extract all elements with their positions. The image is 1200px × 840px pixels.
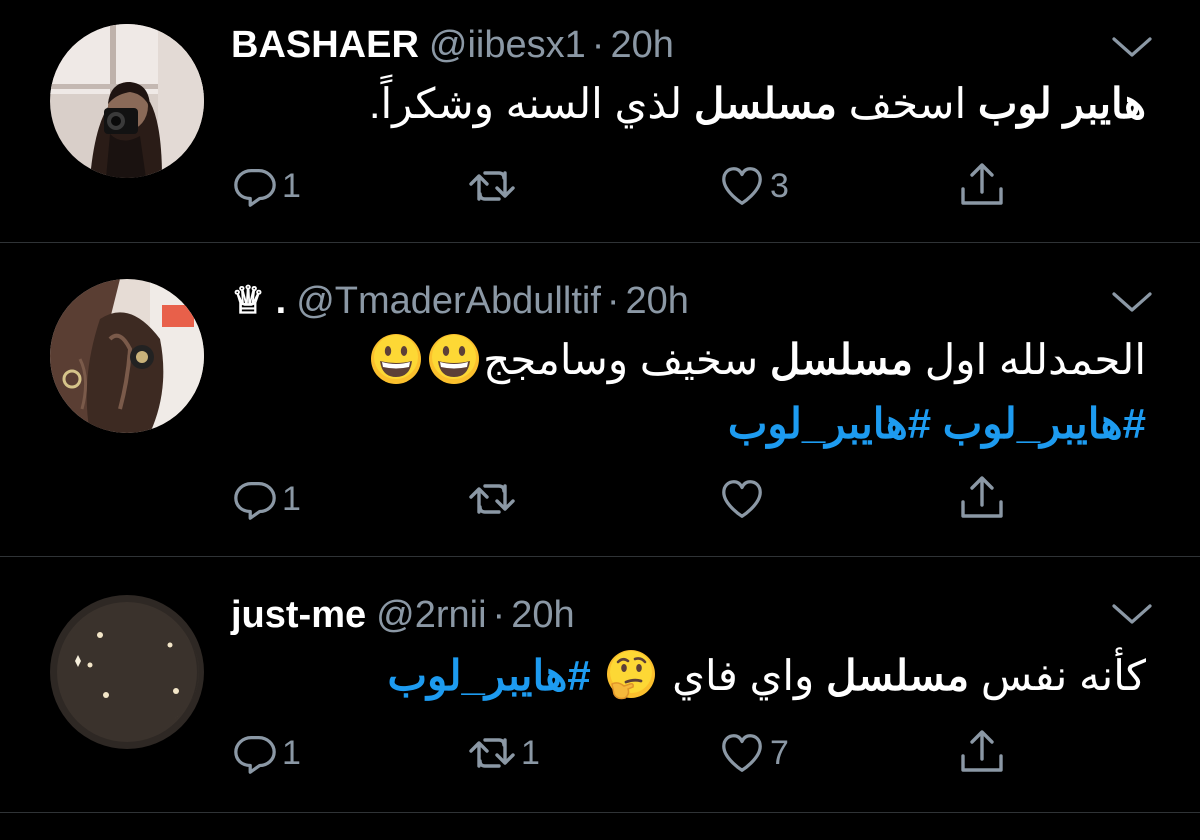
retweet-button[interactable]: 1 bbox=[467, 728, 540, 778]
share-icon bbox=[958, 161, 1006, 209]
divider bbox=[0, 812, 1200, 813]
tweet-text: الحمدلله اول مسلسل سخيف وسامجج #هايبر_لو… bbox=[266, 328, 1146, 456]
share-icon bbox=[958, 474, 1006, 522]
like-count: 7 bbox=[770, 733, 789, 772]
hashtag-link[interactable]: #هايبر_لوب #هايبر_لوب bbox=[266, 392, 1146, 456]
timestamp[interactable]: 20h bbox=[511, 594, 574, 636]
text-bold: مسلسل bbox=[769, 336, 914, 383]
text-bold: مسلسل bbox=[693, 80, 838, 127]
tweet-header: just-me @2rnii · 20h bbox=[231, 590, 575, 640]
grinning-face-emoji bbox=[369, 332, 423, 386]
reply-count: 1 bbox=[282, 166, 301, 205]
thinking-face-emoji bbox=[604, 648, 658, 702]
avatar[interactable] bbox=[50, 24, 204, 178]
tweet[interactable]: just-me @2rnii · 20h كأنه نفس مسلسل واي فاي… bbox=[0, 557, 1200, 812]
like-button[interactable]: 7 bbox=[718, 728, 789, 778]
reply-button[interactable]: 1 bbox=[232, 474, 301, 524]
retweet-icon bbox=[467, 162, 517, 210]
text-segment: الحمدلله اول bbox=[913, 336, 1146, 383]
share-button[interactable] bbox=[958, 473, 1006, 523]
tweet[interactable]: ♕ . @TmaderAbdulltif · 20h الحمدلله اول مسل… bbox=[0, 243, 1200, 555]
timeline-feed: BASHAER @iibesx1 · 20h هايبر لوب اسخف مسلسل… bbox=[0, 0, 1200, 840]
share-button[interactable] bbox=[958, 160, 1006, 210]
text-segment: سخيف وسامجج bbox=[483, 336, 770, 383]
share-icon bbox=[958, 728, 1006, 776]
text-segment: واي فاي bbox=[672, 652, 827, 699]
tweet-text: هايبر لوب اسخف مسلسل لذي السنه وشكراً. bbox=[266, 72, 1146, 136]
like-icon bbox=[718, 730, 766, 776]
like-icon bbox=[718, 476, 766, 522]
display-name[interactable]: BASHAER bbox=[231, 24, 419, 66]
reply-button[interactable]: 1 bbox=[232, 728, 301, 778]
like-count: 3 bbox=[770, 166, 789, 205]
timestamp[interactable]: 20h bbox=[610, 24, 673, 66]
chevron-down-icon[interactable] bbox=[1110, 287, 1154, 317]
user-handle[interactable]: @TmaderAbdulltif bbox=[296, 280, 601, 322]
avatar[interactable] bbox=[50, 595, 204, 749]
tweet-header: BASHAER @iibesx1 · 20h bbox=[231, 20, 674, 70]
tweet-text: كأنه نفس مسلسل واي فاي #هايبر_لوب bbox=[266, 644, 1146, 708]
like-button[interactable]: 3 bbox=[718, 161, 789, 211]
separator-dot: · bbox=[492, 594, 506, 636]
display-name[interactable]: ♕ . bbox=[231, 280, 286, 322]
user-handle[interactable]: @2rnii bbox=[376, 594, 486, 636]
retweet-count: 1 bbox=[521, 733, 540, 772]
reply-count: 1 bbox=[282, 733, 301, 772]
separator-dot: · bbox=[591, 24, 605, 66]
reply-icon bbox=[232, 730, 278, 776]
reply-button[interactable]: 1 bbox=[232, 161, 301, 211]
retweet-icon bbox=[467, 475, 517, 523]
reply-icon bbox=[232, 163, 278, 209]
separator-dot: · bbox=[606, 280, 620, 322]
like-icon bbox=[718, 163, 766, 209]
chevron-down-icon[interactable] bbox=[1110, 599, 1154, 629]
text-bold: هايبر لوب bbox=[977, 80, 1146, 127]
retweet-button[interactable] bbox=[467, 474, 521, 524]
reply-count: 1 bbox=[282, 479, 301, 518]
reply-icon bbox=[232, 476, 278, 522]
like-button[interactable] bbox=[718, 474, 770, 524]
text-segment: كأنه نفس bbox=[969, 652, 1146, 699]
text-segment: اسخف bbox=[837, 80, 978, 127]
avatar[interactable] bbox=[50, 279, 204, 433]
text-bold: مسلسل bbox=[826, 652, 970, 699]
hashtag-link[interactable]: #هايبر_لوب bbox=[388, 652, 591, 699]
tweet-header: ♕ . @TmaderAbdulltif · 20h bbox=[231, 276, 689, 326]
retweet-button[interactable] bbox=[467, 161, 521, 211]
retweet-icon bbox=[467, 729, 517, 777]
grinning-face-emoji bbox=[427, 332, 481, 386]
user-handle[interactable]: @iibesx1 bbox=[429, 24, 586, 66]
tweet[interactable]: BASHAER @iibesx1 · 20h هايبر لوب اسخف مسلسل… bbox=[0, 0, 1200, 242]
text-line: الحمدلله اول مسلسل سخيف وسامجج bbox=[266, 328, 1146, 392]
display-name[interactable]: just-me bbox=[231, 594, 366, 636]
timestamp[interactable]: 20h bbox=[626, 280, 689, 322]
text-segment: لذي السنه وشكراً. bbox=[368, 80, 694, 127]
share-button[interactable] bbox=[958, 727, 1006, 777]
chevron-down-icon[interactable] bbox=[1110, 32, 1154, 62]
